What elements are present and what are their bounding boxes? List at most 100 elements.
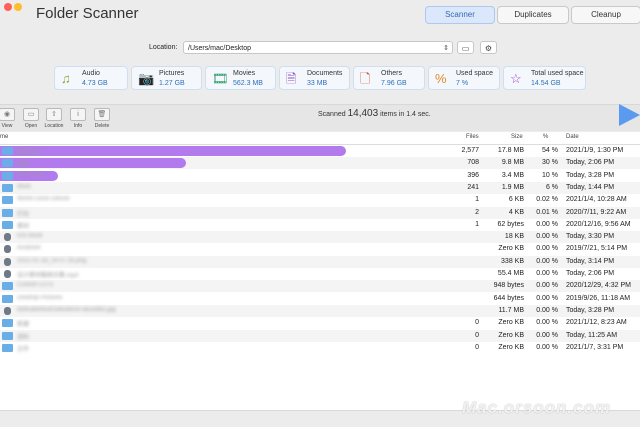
toolbar-info-button[interactable]: i Info <box>69 108 87 129</box>
category-used-space[interactable]: % Used space 7 % <box>428 66 500 90</box>
start-scan-button[interactable] <box>619 104 640 126</box>
file-icon: 🗋 <box>360 71 371 86</box>
location-path: /Users/mac/Desktop <box>188 45 252 52</box>
toolbar-open-button[interactable]: ▭ Open <box>22 108 40 129</box>
row-name: 设计素材截图合集.mp4 <box>17 273 79 279</box>
category-value: 7 % <box>456 80 469 87</box>
folder-icon <box>2 343 13 352</box>
row-percent: 6 % <box>545 183 558 191</box>
col-size[interactable]: Size <box>511 134 523 140</box>
row-percent: 0.00 % <box>536 220 558 228</box>
open-icon: ▭ <box>23 108 39 121</box>
row-name: d5ffca6ef4c8f1b6c8e0d7a62e8b3.jpg <box>17 306 116 313</box>
minimize-window-button[interactable] <box>14 3 22 11</box>
table-row[interactable]: 打包 2 4 KB 0.01 % 2020/7/11, 9:22 AM <box>0 206 640 219</box>
category-total-used-space[interactable]: ☆ Total used space 14.54 GB <box>503 66 586 90</box>
camera-icon: 📷 <box>138 71 155 86</box>
table-row[interactable]: 新建 0 Zero KB 0.00 % 2021/1/12, 8:23 AM <box>0 317 640 329</box>
row-date: Today, 3:28 PM <box>566 306 615 314</box>
chevron-updown-icon: ⇕ <box>443 45 449 52</box>
row-name: 项目 <box>17 162 30 169</box>
file-icon <box>4 306 11 315</box>
choose-folder-button[interactable]: ▭ <box>457 41 474 54</box>
watermark: Mac.orsoon.com <box>462 398 612 417</box>
row-size: Zero KB <box>498 343 524 351</box>
row-date: 2021/1/9, 1:30 PM <box>566 147 624 154</box>
title-bar: Folder Scanner Scanner Duplicates Cleanup <box>0 0 640 30</box>
app-title: Folder Scanner <box>36 5 139 22</box>
table-row[interactable]: 2021-01-18_14.07.35.png 338 KB 0.00 % Today… <box>0 255 640 268</box>
folder-icon <box>2 196 13 205</box>
row-percent: 0.00 % <box>536 270 558 277</box>
location-select[interactable]: /Users/mac/Desktop ⇕ <box>183 41 453 54</box>
gear-icon: ⚙ <box>484 44 493 53</box>
col-percent[interactable]: % <box>543 134 548 140</box>
close-window-button[interactable] <box>4 3 12 11</box>
row-date: Today, 3:30 PM <box>566 233 615 241</box>
folder-icon: ▭ <box>461 44 470 53</box>
file-icon <box>4 245 11 254</box>
row-files: 0 <box>475 343 479 351</box>
percent-icon: % <box>435 71 447 86</box>
table-row[interactable]: localized Zero KB 0.00 % 2019/7/21, 5:14 PM <box>0 243 640 255</box>
category-documents[interactable]: 🗎 Documents 33 MB <box>279 66 350 90</box>
category-name: Total used space <box>531 70 584 77</box>
table-row[interactable]: 设计素材截图合集.mp4 55.4 MB 0.00 % Today, 2:06 PM <box>0 268 640 280</box>
toolbar-view-button[interactable]: ◉ View <box>0 108 16 129</box>
category-others[interactable]: 🗋 Others 7.96 GB <box>353 66 425 90</box>
star-icon: ☆ <box>510 71 522 86</box>
category-name: Audio <box>82 70 100 77</box>
film-icon: 🎞 <box>212 71 229 86</box>
row-files: 0 <box>475 331 479 339</box>
folder-icon <box>2 319 13 328</box>
row-percent: 0.01 % <box>536 208 558 216</box>
table-row[interactable]: Custom LUTs 948 bytes 0.00 % 2020/12/29, 4:… <box>0 280 640 293</box>
row-name: 打包 <box>17 211 30 218</box>
row-date: 2020/7/11, 9:22 AM <box>566 208 627 216</box>
row-name: World Clock Deluxe <box>17 196 70 203</box>
table-row[interactable]: 素材 1 62 bytes 0.00 % 2020/12/16, 9:56 AM <box>0 219 640 231</box>
table-row[interactable]: Desktop Pictures 644 bytes 0.00 % 2019/9/26… <box>0 293 640 305</box>
category-value: 4.73 GB <box>82 80 108 87</box>
row-percent: 0.00 % <box>536 331 558 339</box>
row-size: 3.4 MB <box>501 171 524 179</box>
folder-icon <box>2 294 13 303</box>
col-files[interactable]: Files <box>466 134 479 140</box>
col-name[interactable]: me <box>0 134 8 140</box>
row-percent: 10 % <box>542 171 558 179</box>
row-name: 资料 <box>17 334 30 341</box>
category-audio[interactable]: ♫ Audio 4.73 GB <box>54 66 128 90</box>
settings-button[interactable]: ⚙ <box>480 41 497 54</box>
category-pictures[interactable]: 📷 Pictures 1.27 GB <box>131 66 202 90</box>
table-row[interactable]: d5ffca6ef4c8f1b6c8e0d7a62e8b3.jpg 11.7 MB… <box>0 304 640 317</box>
table-row[interactable]: World Clock Deluxe 1 6 KB 0.02 % 2021/1/4, 1… <box>0 194 640 206</box>
table-row[interactable]: iOS Book 18 KB 0.00 % Today, 3:30 PM <box>0 231 640 244</box>
table-row[interactable]: 资料 0 Zero KB 0.00 % Today, 11:25 AM <box>0 329 640 342</box>
scan-suffix: items in 1.4 sec. <box>380 111 431 118</box>
row-size: 55.4 MB <box>497 270 524 277</box>
table-row[interactable]: Work 241 1.9 MB 6 % Today, 1:44 PM <box>0 181 640 194</box>
mode-tab-cleanup[interactable]: Cleanup <box>571 6 640 24</box>
table-row[interactable]: 项目 708 9.8 MB 30 % Today, 2:06 PM <box>0 157 640 170</box>
table-row[interactable]: Pine Dock 396 3.4 MB 10 % Today, 3:28 PM <box>0 170 640 182</box>
col-date[interactable]: Date <box>566 134 579 140</box>
row-name: localized <box>17 245 41 252</box>
row-size: 11.7 MB <box>498 306 524 314</box>
table-row[interactable]: 文件 0 Zero KB 0.00 % 2021/1/7, 3:31 PM <box>0 342 640 354</box>
row-percent: 30 % <box>542 159 558 167</box>
row-size: 18 KB <box>504 233 524 241</box>
toolbar-label: Delete <box>94 123 110 129</box>
mode-tab-duplicates[interactable]: Duplicates <box>497 6 569 24</box>
row-date: Today, 2:06 PM <box>566 270 615 277</box>
scan-prefix: Scanned <box>318 111 346 118</box>
row-size: 17.8 MB <box>497 147 524 154</box>
toolbar-location-button[interactable]: ⇧ Location <box>45 108 63 129</box>
table-row[interactable]: 视频工作 2,577 17.8 MB 54 % 2021/1/9, 1:30 PM <box>0 145 640 157</box>
toolbar-delete-button[interactable]: 🗑 Delete <box>93 108 111 129</box>
row-percent: 0.00 % <box>536 245 558 253</box>
row-percent: 0.02 % <box>536 196 558 204</box>
category-movies[interactable]: 🎞 Movies 562.3 MB <box>205 66 276 90</box>
row-files: 396 <box>467 171 479 179</box>
mode-tab-scanner[interactable]: Scanner <box>425 6 495 24</box>
row-files: 1 <box>475 196 479 204</box>
